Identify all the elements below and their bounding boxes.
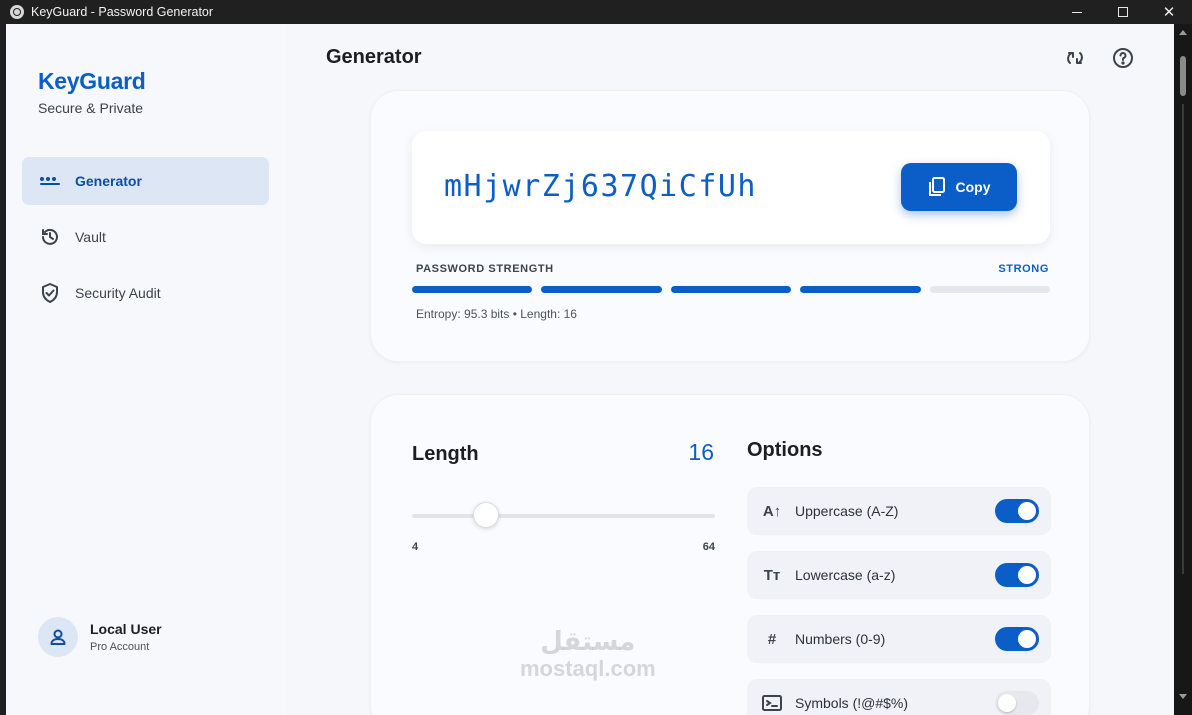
length-slider-track[interactable]: [412, 514, 715, 518]
sidebar-item-label: Security Audit: [75, 285, 161, 301]
watermark: مستقل mostaql.com: [520, 628, 656, 681]
user-profile[interactable]: Local User Pro Account: [38, 617, 162, 657]
length-label: Length: [412, 443, 479, 465]
slider-max-label: 64: [702, 541, 715, 553]
options-title: Options: [747, 439, 823, 461]
option-numbers[interactable]: # Numbers (0-9): [747, 615, 1051, 663]
entropy-info: Entropy: 95.3 bits • Length: 16: [416, 307, 577, 321]
length-value: 16: [688, 439, 714, 465]
length-slider-thumb[interactable]: [472, 502, 499, 528]
toggle-knob: [998, 694, 1016, 712]
strength-segment: [929, 286, 1051, 293]
text-case-icon: Tт: [763, 566, 781, 584]
sidebar: KeyGuard Secure & Private Generator Vaul…: [6, 24, 286, 715]
window-controls: ✕: [1054, 0, 1192, 24]
strength-value: STRONG: [998, 263, 1049, 275]
dots-icon: [39, 170, 61, 192]
close-icon: ✕: [1162, 2, 1176, 21]
sidebar-item-generator[interactable]: Generator: [22, 157, 269, 205]
password-card: mHjwrZj637QiCfUh Copy PASSWORD STRENGTH …: [370, 90, 1090, 362]
sidebar-item-label: Generator: [75, 173, 142, 189]
numbers-toggle[interactable]: [995, 627, 1039, 651]
copy-button[interactable]: Copy: [901, 163, 1017, 211]
password-display: mHjwrZj637QiCfUh Copy: [412, 131, 1050, 244]
window-titlebar: KeyGuard - Password Generator ✕: [0, 0, 1192, 24]
app-window: KeyGuard Secure & Private Generator Vaul…: [6, 24, 1174, 715]
watermark-latin: mostaql.com: [520, 655, 656, 681]
option-label: Uppercase (A-Z): [795, 503, 899, 519]
scroll-up-icon[interactable]: [1179, 30, 1187, 35]
strength-segment: [800, 286, 921, 293]
lowercase-toggle[interactable]: [995, 563, 1039, 587]
brand-title: KeyGuard: [38, 68, 146, 94]
symbols-toggle[interactable]: [995, 691, 1039, 715]
minimize-icon: [1072, 11, 1082, 13]
refresh-icon[interactable]: [1063, 46, 1087, 70]
scrollbar-thumb[interactable]: [1180, 56, 1186, 96]
uppercase-toggle[interactable]: [995, 499, 1039, 523]
toggle-knob: [1018, 566, 1036, 584]
uppercase-icon: A↑: [762, 502, 782, 520]
toggle-knob: [1018, 502, 1036, 520]
user-role: Pro Account: [90, 641, 150, 653]
strength-segment: [412, 286, 533, 293]
scrollbar-track: [1182, 104, 1184, 574]
shield-icon: [39, 282, 61, 304]
window-title: KeyGuard - Password Generator: [31, 5, 214, 19]
copy-button-label: Copy: [955, 179, 991, 195]
maximize-button[interactable]: [1100, 0, 1146, 24]
page-title: Generator: [326, 46, 422, 68]
strength-segment: [670, 286, 792, 293]
option-label: Numbers (0-9): [795, 631, 886, 647]
hash-icon: #: [767, 630, 777, 648]
strength-label: PASSWORD STRENGTH: [416, 263, 554, 275]
settings-card: Length 16 4 64 Options A↑ Uppercase (A-Z…: [370, 394, 1090, 715]
user-name: Local User: [90, 621, 162, 637]
minimize-button[interactable]: [1054, 0, 1100, 24]
option-uppercase[interactable]: A↑ Uppercase (A-Z): [747, 487, 1051, 535]
strength-meter: [412, 286, 1051, 293]
option-symbols[interactable]: Symbols (!@#$%): [747, 679, 1051, 715]
scroll-down-icon[interactable]: [1179, 694, 1187, 699]
history-icon: [39, 226, 61, 248]
option-lowercase[interactable]: Tт Lowercase (a-z): [747, 551, 1051, 599]
slider-min-label: 4: [412, 541, 419, 553]
sidebar-item-security-audit[interactable]: Security Audit: [22, 269, 269, 317]
help-icon[interactable]: [1111, 46, 1135, 70]
watermark-arabic: مستقل: [540, 627, 636, 657]
maximize-icon: [1118, 7, 1128, 17]
generated-password: mHjwrZj637QiCfUh: [444, 169, 757, 204]
avatar: [38, 617, 78, 657]
close-button[interactable]: ✕: [1146, 0, 1192, 24]
brand-tagline: Secure & Private: [38, 100, 144, 116]
terminal-icon: [760, 695, 784, 711]
option-label: Lowercase (a-z): [795, 567, 896, 583]
vertical-scrollbar[interactable]: [1174, 24, 1192, 715]
sidebar-item-label: Vault: [75, 229, 106, 245]
toggle-knob: [1018, 630, 1036, 648]
copy-icon: [928, 177, 946, 197]
sidebar-item-vault[interactable]: Vault: [22, 213, 269, 261]
strength-segment: [541, 286, 662, 293]
option-label: Symbols (!@#$%): [795, 695, 909, 711]
app-globe-icon: [10, 5, 24, 19]
